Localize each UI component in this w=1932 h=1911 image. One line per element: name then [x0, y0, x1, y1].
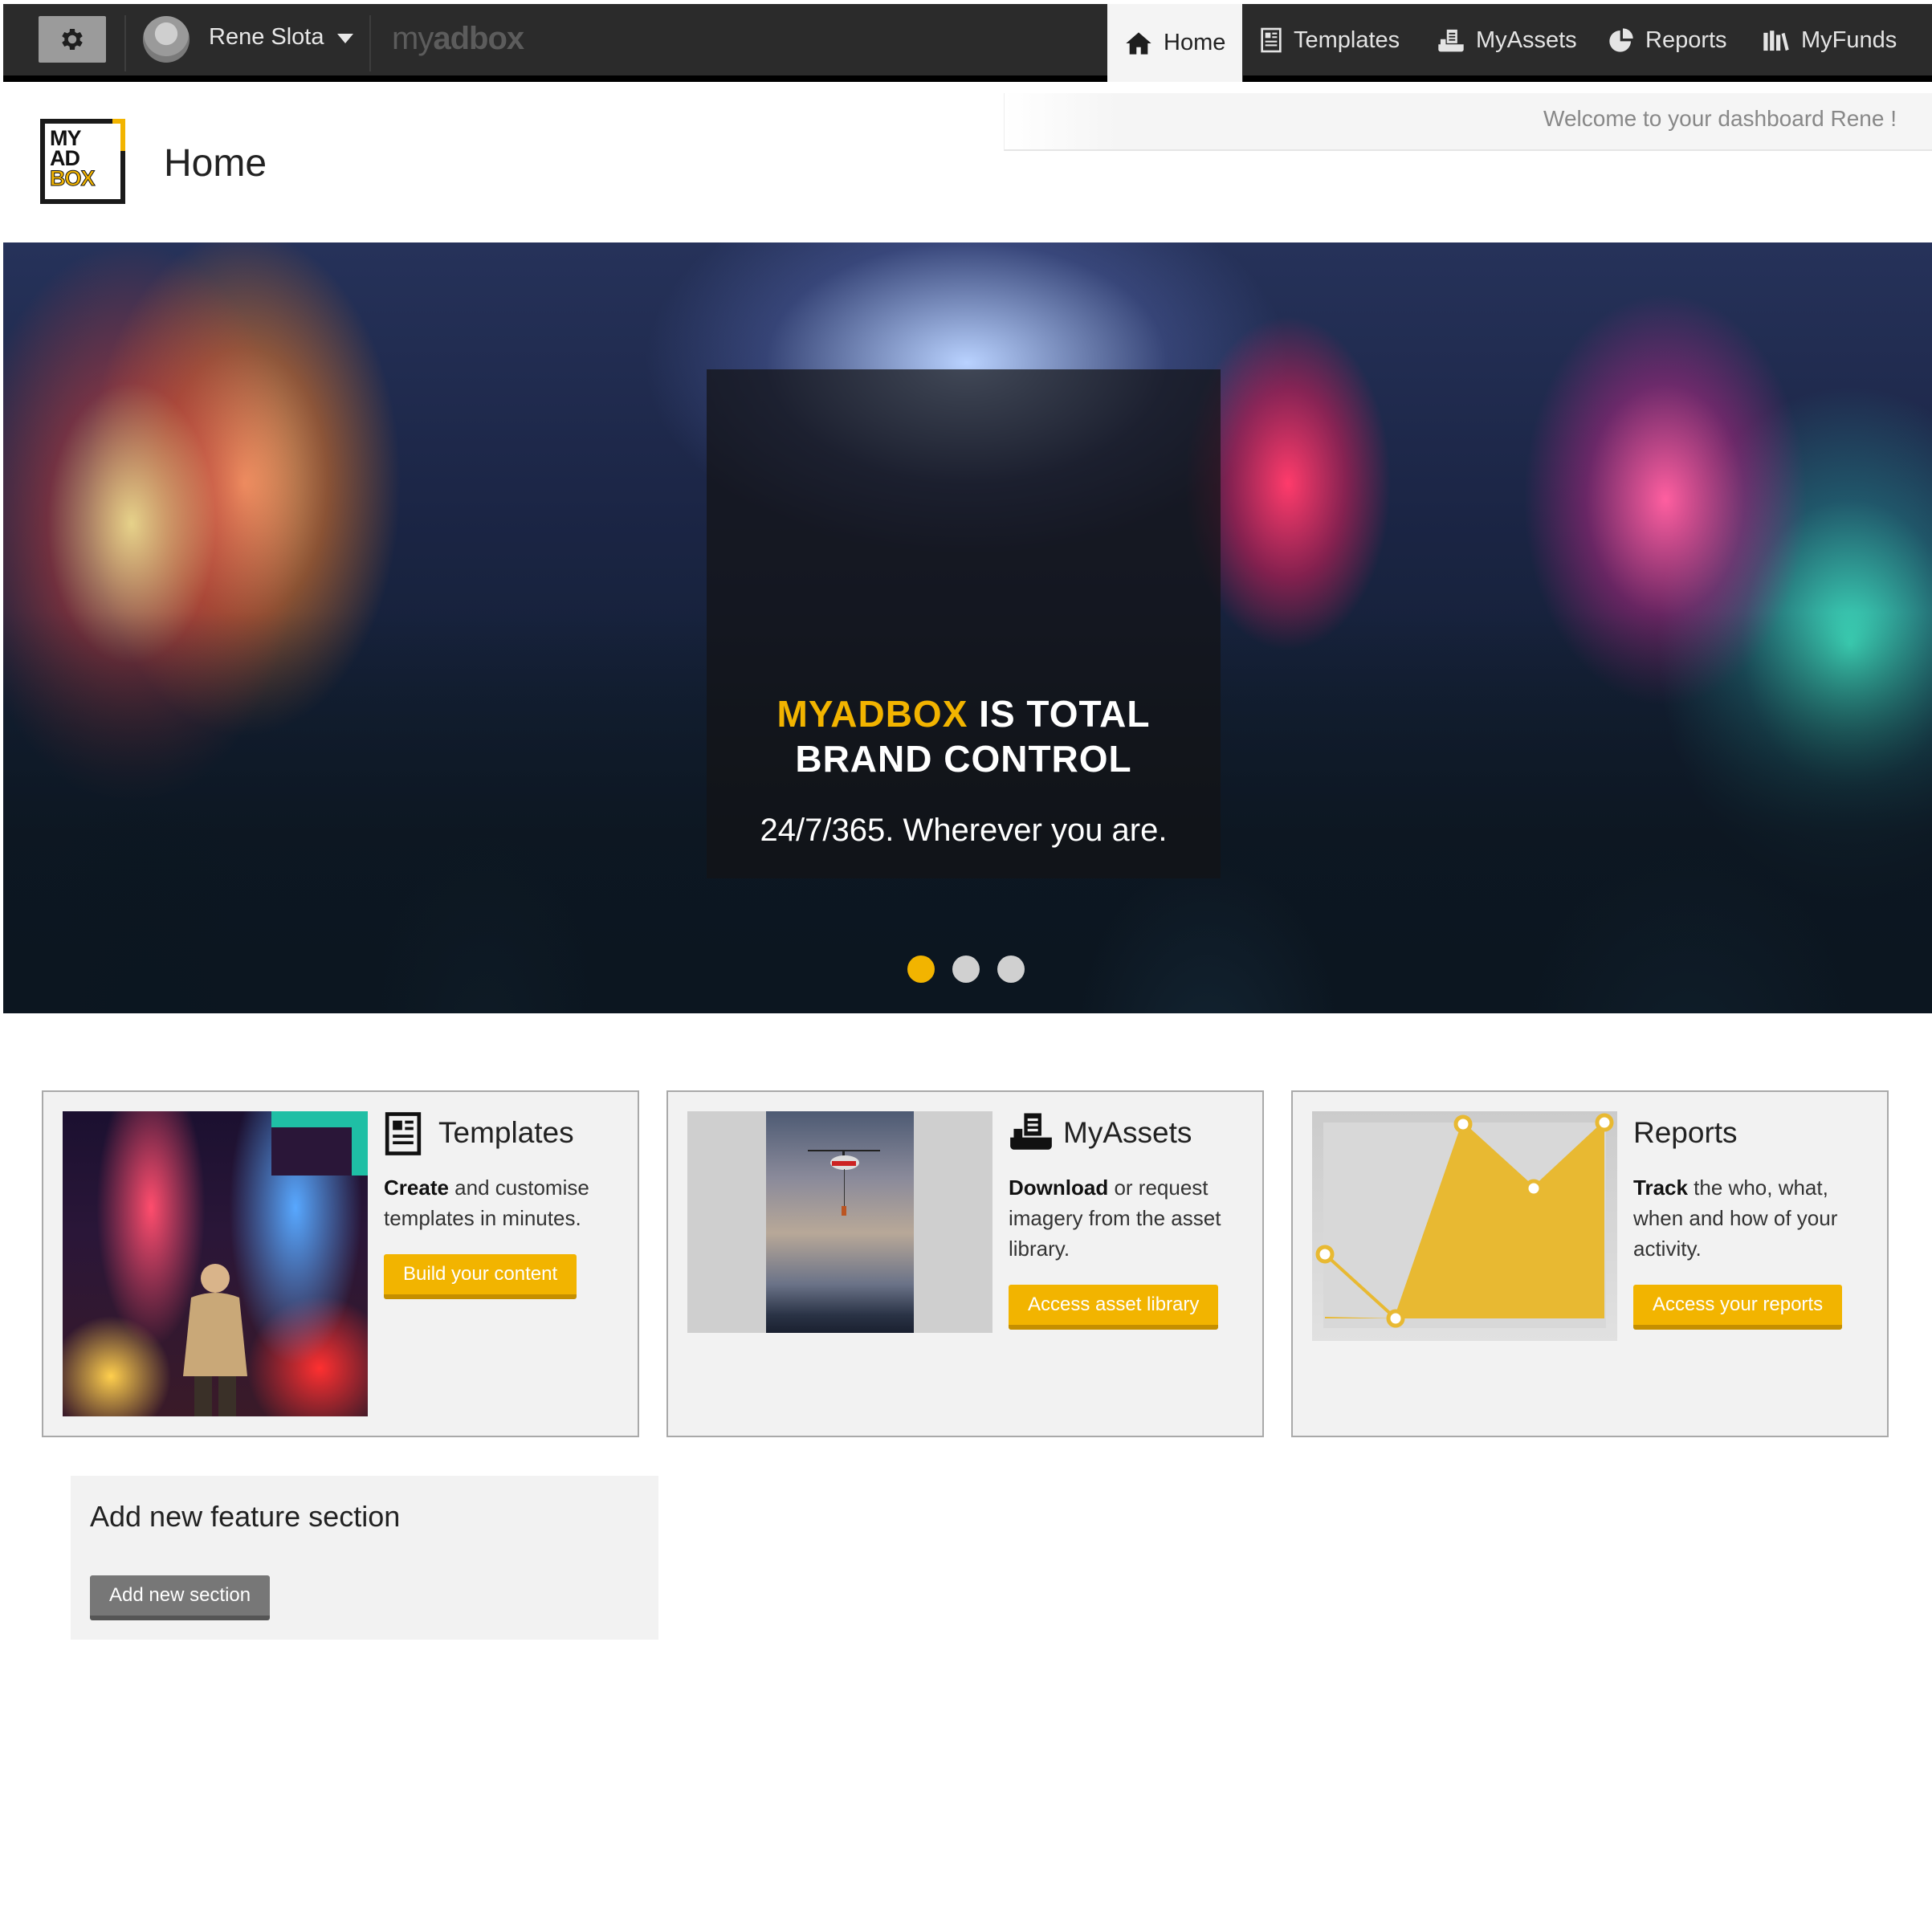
- hero-carousel[interactable]: MYADBOX IS TOTAL BRAND CONTROL 24/7/365.…: [3, 242, 1932, 1013]
- topbar-underline: [1243, 75, 1932, 82]
- nav-label: MyAssets: [1476, 26, 1577, 53]
- add-section-title: Add new feature section: [90, 1500, 401, 1533]
- carousel-dot-1[interactable]: [907, 956, 935, 983]
- reports-card: Reports Track the who, what, when and ho…: [1291, 1090, 1889, 1437]
- hero-headline: MYADBOX IS TOTAL: [776, 693, 1151, 735]
- chevron-down-icon[interactable]: [337, 34, 353, 43]
- carousel-dot-3[interactable]: [997, 956, 1025, 983]
- card-title: Templates: [438, 1116, 574, 1149]
- nav-label: MyFunds: [1801, 26, 1897, 53]
- person-figure: [183, 1264, 247, 1416]
- access-reports-button[interactable]: Access your reports: [1633, 1285, 1843, 1330]
- card-title: Reports: [1633, 1116, 1738, 1149]
- nav-home[interactable]: Home: [1107, 4, 1242, 82]
- assets-icon: [1010, 1113, 1052, 1150]
- add-feature-section: Add new feature section Add new section: [71, 1476, 658, 1640]
- card-title: MyAssets: [1063, 1116, 1192, 1149]
- logo-accent: [112, 119, 125, 151]
- funds-icon: [1763, 31, 1789, 51]
- templates-icon: [1261, 27, 1282, 53]
- page-title: Home: [164, 142, 267, 185]
- topbar-separator: [369, 15, 371, 71]
- welcome-message: Welcome to your dashboard Rene !: [1543, 106, 1897, 131]
- nav-label: Templates: [1294, 26, 1400, 53]
- nav-label: Home: [1164, 30, 1226, 55]
- avatar[interactable]: [143, 16, 190, 63]
- topbar-underline: [3, 75, 1107, 82]
- carousel-dot-2[interactable]: [952, 956, 980, 983]
- nav-templates[interactable]: Templates: [1242, 4, 1417, 76]
- nav-myassets[interactable]: MyAssets: [1420, 4, 1595, 76]
- templates-card: Templates Create and customise templates…: [42, 1090, 639, 1437]
- add-new-section-button[interactable]: Add new section: [90, 1575, 271, 1620]
- reports-icon: [1609, 28, 1633, 52]
- welcome-banner: Welcome to your dashboard Rene !: [1004, 93, 1932, 151]
- access-asset-library-button[interactable]: Access asset library: [1009, 1285, 1219, 1330]
- templates-icon: [385, 1112, 422, 1155]
- nav-label: Reports: [1645, 26, 1727, 53]
- home-icon: [1126, 31, 1151, 55]
- hero-headline-line2: BRAND CONTROL: [795, 738, 1132, 780]
- brand-wordmark: myadbox: [392, 21, 524, 56]
- helicopter-image: [808, 1150, 880, 1216]
- myassets-card-image: [687, 1111, 992, 1333]
- chart-illustration: [1315, 1113, 1614, 1328]
- nav-myfunds[interactable]: MyFunds: [1745, 4, 1914, 76]
- nav-reports[interactable]: Reports: [1591, 4, 1745, 76]
- templates-card-image: [63, 1111, 368, 1416]
- gear-icon: [62, 28, 83, 51]
- logo-text: MY AD BOX: [50, 126, 96, 190]
- card-description: Track the who, what, when and how of you…: [1633, 1176, 1838, 1261]
- myassets-card: MyAssets Download or request imagery fro…: [666, 1090, 1264, 1437]
- hero-subline: 24/7/365. Wherever you are.: [760, 813, 1168, 848]
- reports-card-image: [1312, 1111, 1617, 1341]
- assets-icon: [1438, 29, 1464, 52]
- build-content-button[interactable]: Build your content: [384, 1254, 577, 1299]
- card-description: Create and customise templates in minute…: [384, 1176, 589, 1230]
- user-name[interactable]: Rene Slota: [209, 24, 324, 51]
- topbar-separator: [124, 15, 126, 71]
- settings-button[interactable]: [39, 16, 106, 63]
- hero-caption-box: MYADBOX IS TOTAL BRAND CONTROL 24/7/365.…: [707, 369, 1221, 878]
- card-description: Download or request imagery from the ass…: [1009, 1176, 1221, 1261]
